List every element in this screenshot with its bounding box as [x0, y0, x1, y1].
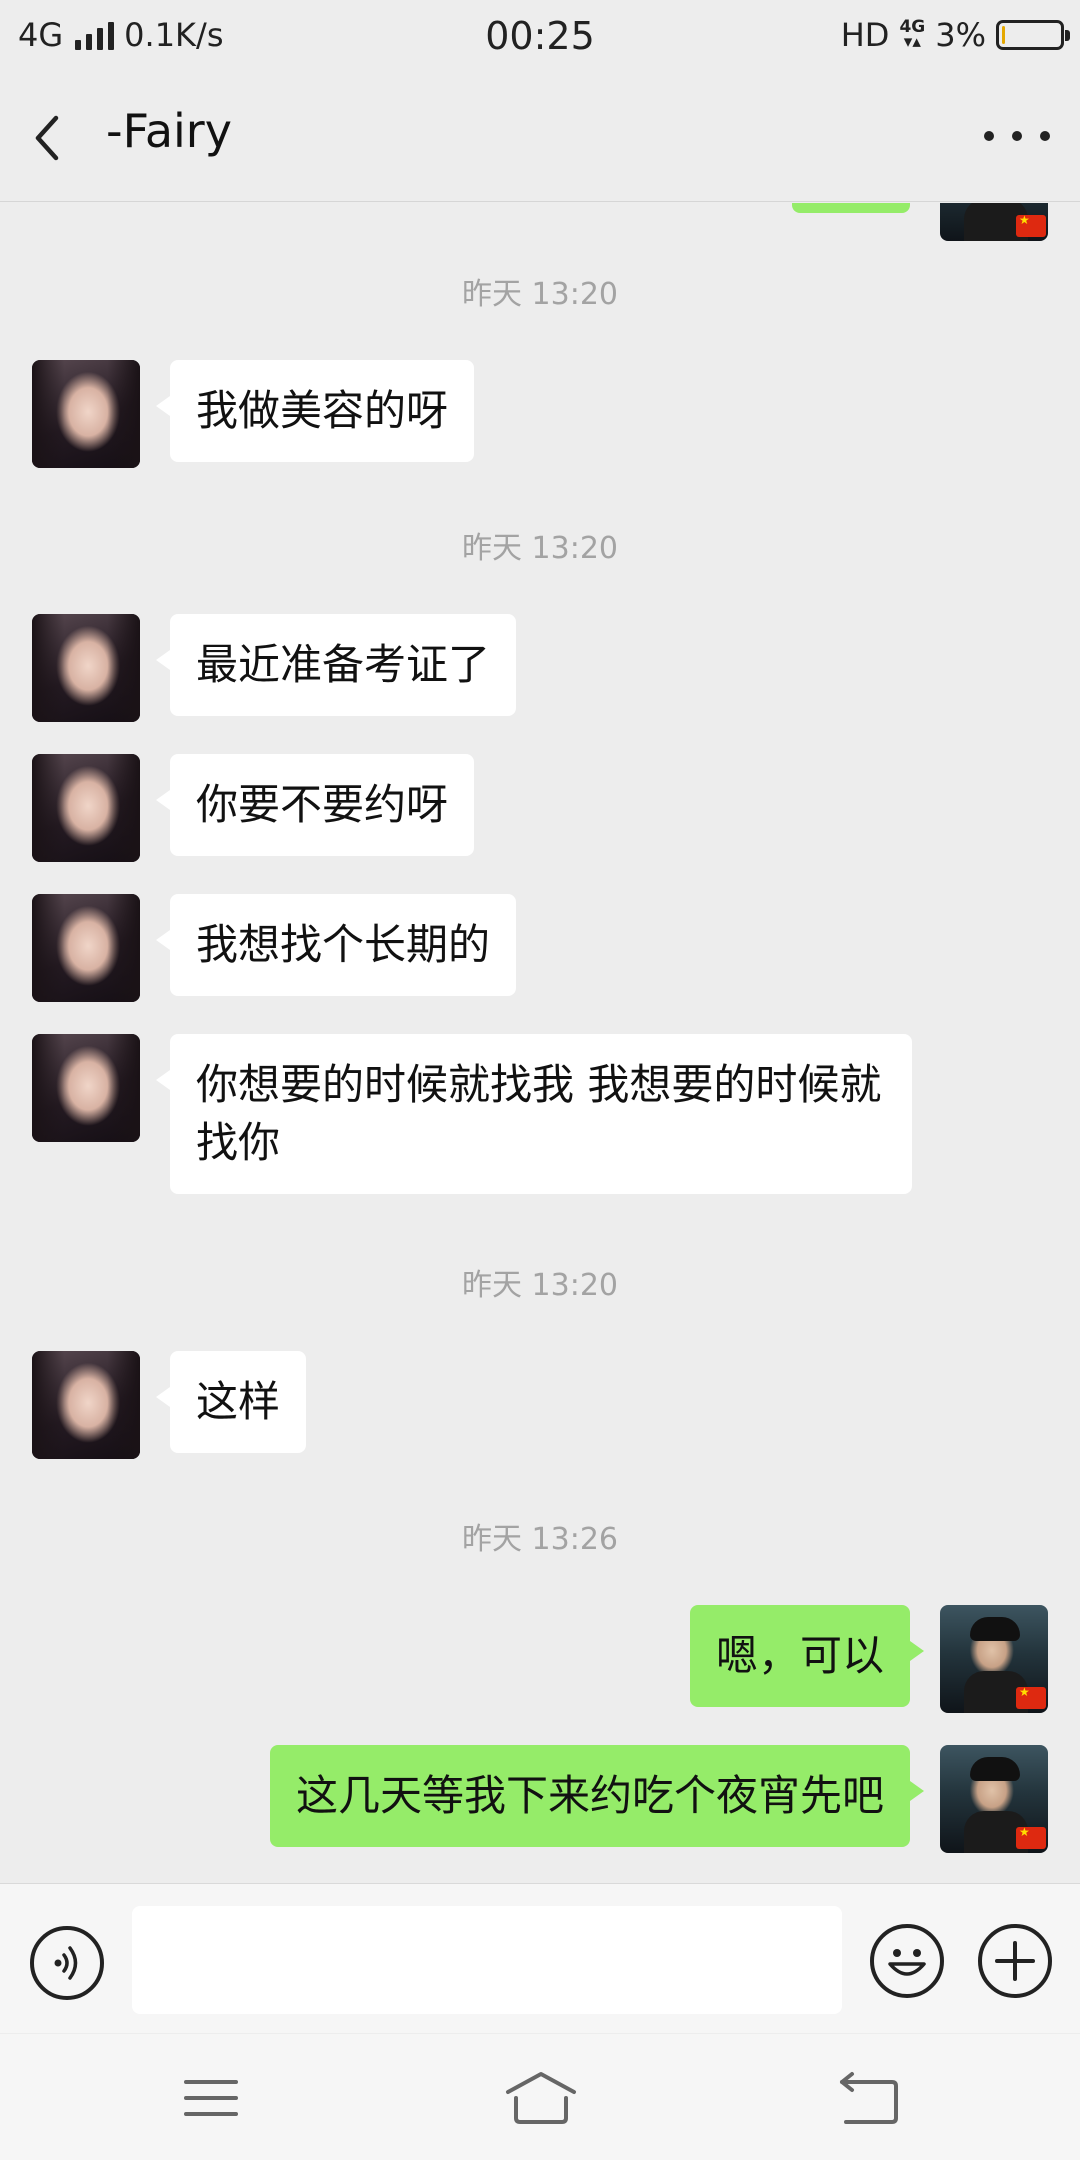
contact-avatar[interactable] [32, 360, 140, 468]
contact-avatar[interactable] [32, 894, 140, 1002]
back-arrow-icon [840, 2072, 898, 2124]
back-button[interactable] [28, 108, 84, 168]
plus-icon [995, 1941, 1035, 1981]
my-avatar[interactable] [940, 1605, 1048, 1713]
flag-icon [1016, 1685, 1046, 1709]
contact-avatar[interactable] [32, 1351, 140, 1459]
battery-icon [996, 20, 1070, 50]
timestamp: 昨天 13:26 [462, 1522, 618, 1557]
system-navigation-bar [0, 2034, 1080, 2160]
chat-header: -Fairy [0, 72, 1080, 202]
timestamp: 昨天 13:20 [462, 531, 618, 566]
menu-button[interactable] [166, 2068, 256, 2128]
home-icon [506, 2072, 576, 2124]
home-button[interactable] [496, 2068, 586, 2128]
message-bubble-outgoing[interactable]: 嗯，可以 [689, 1605, 925, 1707]
status-bar: 4G 0.1K/s 00:25 HD 4G ▾▴ 3% [0, 0, 1080, 72]
chat-messages[interactable]: 昨天 13:20 我做美容的呀 昨天 13:20 最近准备考证了 你要不要约呀 … [0, 203, 1080, 1883]
message-bubble-incoming[interactable]: 你要不要约呀 [155, 754, 475, 856]
flag-icon [1016, 213, 1046, 237]
contact-avatar[interactable] [32, 614, 140, 722]
message-bubble-incoming[interactable]: 你想要的时候就找我 我想要的时候就找你 [156, 1034, 912, 1194]
contact-avatar[interactable] [32, 1034, 140, 1142]
message-bubble-incoming[interactable]: 最近准备考证了 [155, 614, 517, 716]
back-nav-button[interactable] [824, 2068, 914, 2128]
my-avatar[interactable] [940, 1745, 1048, 1853]
emoji-button[interactable] [870, 1924, 944, 1998]
message-bubble-incoming[interactable]: 我做美容的呀 [155, 360, 475, 462]
my-avatar[interactable] [940, 203, 1048, 241]
mobile-data-icon: 4G ▾▴ [899, 17, 926, 52]
voice-icon [54, 1946, 78, 1980]
status-right: HD 4G ▾▴ 3% [840, 16, 1070, 54]
voice-button[interactable] [30, 1926, 104, 2000]
menu-icon [184, 2080, 238, 2116]
battery-fill [1002, 26, 1005, 44]
message-input[interactable] [132, 1906, 842, 2014]
emoji-icon [888, 1949, 926, 1976]
message-bubble-incoming[interactable]: 我想找个长期的 [155, 894, 517, 996]
more-button[interactable] [984, 124, 1050, 148]
input-bar [0, 1883, 1080, 2033]
previous-message-bubble [792, 203, 910, 213]
timestamp: 昨天 13:20 [462, 1268, 618, 1303]
more-functions-button[interactable] [978, 1924, 1052, 1998]
battery-percent: 3% [935, 16, 986, 54]
flag-icon [1016, 1825, 1046, 1849]
chat-title: -Fairy [106, 104, 232, 158]
message-bubble-incoming[interactable]: 这样 [155, 1351, 307, 1453]
hd-indicator: HD [840, 16, 890, 54]
more-dots-icon [984, 131, 994, 141]
message-bubble-outgoing[interactable]: 这几天等我下来约吃个夜宵先吧 [269, 1745, 925, 1847]
contact-avatar[interactable] [32, 754, 140, 862]
timestamp: 昨天 13:20 [462, 277, 618, 312]
chevron-left-icon [35, 115, 59, 161]
